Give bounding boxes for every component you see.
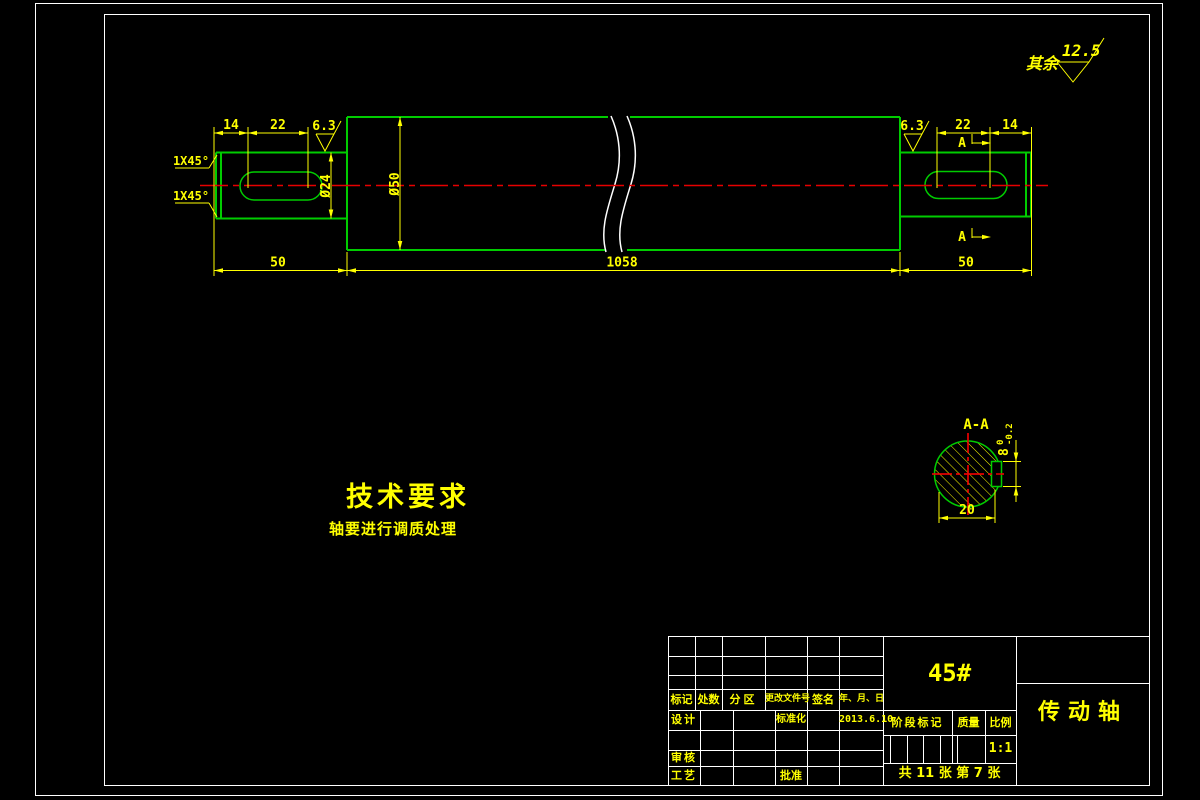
- surface-note-roughness: 12.5: [1062, 41, 1101, 60]
- rev-header-sign: 签名: [812, 693, 834, 706]
- section-mark-bottom: A: [958, 230, 966, 245]
- dimension-arrows: [214, 117, 1032, 521]
- approve-label: 批准: [780, 769, 802, 782]
- tech-req-item: 轴要进行调质处理: [329, 520, 458, 538]
- shaft-drawing-canvas: 14 22 22 14 50 1058 50 6.3 6.3 1X45° 1X4…: [173, 37, 1105, 523]
- surface-note-prefix: 其余: [1026, 54, 1059, 73]
- design-label: 设计: [671, 713, 697, 726]
- dim-dia-50: Ø50: [388, 172, 403, 197]
- date-value: 2013.6.10: [839, 714, 894, 725]
- dim-right-22: 22: [955, 118, 971, 133]
- dim-left-22: 22: [270, 118, 286, 133]
- section-title: A-A: [963, 417, 989, 433]
- dim-seg-left-50: 50: [270, 256, 286, 271]
- part-name: 传动轴: [1037, 700, 1128, 725]
- standardize-label: 标准化: [776, 714, 806, 725]
- roughness-right-value: 6.3: [900, 119, 923, 134]
- dim-left-14: 14: [223, 118, 239, 133]
- section-mark-top: A: [958, 136, 966, 151]
- rev-header-file: 更改文件号: [765, 694, 811, 704]
- material-value: 45#: [927, 659, 972, 687]
- dimension-texts: 14 22 22 14 50 1058 50 6.3 6.3 1X45° 1X4…: [173, 118, 1018, 518]
- section-dim-20: 20: [959, 503, 975, 518]
- review-label: 审核: [671, 751, 697, 764]
- break-lines: [603, 115, 637, 253]
- roughness-left-value: 6.3: [312, 119, 335, 134]
- chamfer-leader-bottom: [175, 202, 218, 218]
- chamfer-label-bottom: 1X45°: [173, 189, 209, 203]
- rev-header-date: 年、月、日: [839, 694, 885, 704]
- dim-seg-right-50: 50: [958, 256, 974, 271]
- rev-header-count: 处数: [697, 693, 720, 706]
- centerlines: [200, 184, 1048, 515]
- dim-right-14: 14: [1002, 118, 1018, 133]
- cad-workspace: 14 22 22 14 50 1058 50 6.3 6.3 1X45° 1X4…: [0, 0, 1200, 800]
- rev-header-zone: 分区: [729, 693, 758, 706]
- weight-label: 质量: [957, 716, 980, 729]
- shaft-outline: [215, 116, 1032, 251]
- stage-mark-label: 阶段标记: [891, 716, 944, 729]
- dim-seg-mid-1058: 1058: [606, 256, 637, 271]
- tech-req-title: 技术要求: [346, 482, 470, 513]
- chamfer-label-top: 1X45°: [173, 154, 209, 168]
- scale-label: 比例: [989, 716, 1012, 729]
- section-key-width: 8: [997, 448, 1012, 456]
- scale-value: 1:1: [988, 741, 1013, 756]
- process-label: 工艺: [671, 769, 697, 782]
- rev-header-mark: 标记: [670, 693, 693, 706]
- dim-dia-24: Ø24: [319, 174, 334, 199]
- section-key-tol-lower: -0.2: [1005, 423, 1015, 445]
- sheet-info: 共 11 张 第 7 张: [898, 766, 1001, 781]
